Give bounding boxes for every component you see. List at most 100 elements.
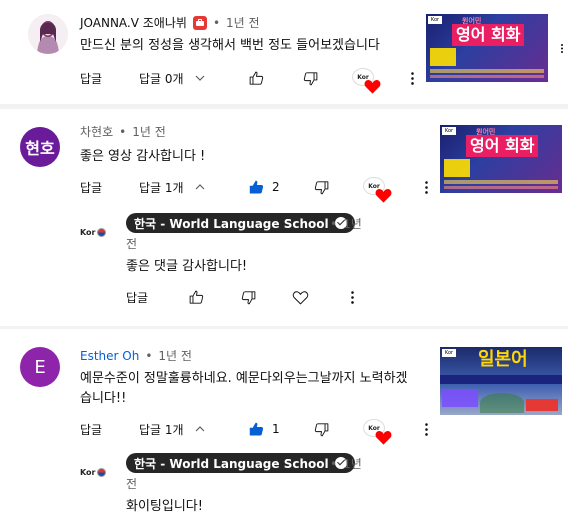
comment-author-name[interactable]: 차현호 xyxy=(80,123,113,140)
replies-count-label: 답글 1개 xyxy=(139,422,184,437)
reply-timestamp-wrap: 전 xyxy=(126,237,138,251)
korean-flag-icon xyxy=(96,467,106,477)
membership-badge-icon xyxy=(192,15,207,30)
heart-icon xyxy=(375,189,392,203)
like-button[interactable] xyxy=(246,419,266,439)
comment-menu-button[interactable] xyxy=(416,419,436,439)
thumbnail-logo: Kor xyxy=(442,127,456,135)
avatar-portrait-icon xyxy=(28,14,68,54)
like-count: 1 xyxy=(272,422,280,436)
thumbs-up-icon xyxy=(249,422,263,436)
replies-toggle[interactable]: 답글 1개 xyxy=(139,419,206,439)
avatar[interactable] xyxy=(28,14,68,54)
reply-timestamp-wrap: 전 xyxy=(126,477,138,491)
channel-logo-text: Kor xyxy=(80,227,96,237)
heart-button[interactable] xyxy=(290,287,310,307)
channel-owner-badge[interactable]: 한국 - World Language School xyxy=(126,453,355,473)
thumbnail-title: 영어 회화 xyxy=(452,24,525,46)
reply-timestamp-line: • 1년 xyxy=(330,215,362,232)
chevron-up-icon xyxy=(195,184,205,190)
more-vertical-icon xyxy=(561,43,563,53)
more-vertical-icon xyxy=(424,180,428,194)
like-count: 2 xyxy=(272,180,280,194)
creator-heart: Kor xyxy=(363,417,392,445)
reply-avatar[interactable]: Kor xyxy=(80,463,110,481)
reply-author-name: 한국 - World Language School xyxy=(134,456,329,471)
comment-thread-2: 현호 차현호 • 1년 전 좋은 영상 감사합니다 ! 답글 답글 1개 2 K… xyxy=(0,108,568,326)
comment-actions: 답글 xyxy=(80,68,102,88)
reply-timestamp-line: • 1년 xyxy=(330,455,362,472)
avatar[interactable]: E xyxy=(20,347,60,387)
thumbs-down-icon xyxy=(241,290,255,304)
thumbs-down-icon xyxy=(314,422,328,436)
replies-toggle[interactable]: 답글 0개 xyxy=(139,68,206,88)
reply-button[interactable]: 답글 xyxy=(80,70,102,87)
comment-thread-3: E Esther Oh • 1년 전 예문수준이 정말훌륭하네요. 예문다외우는… xyxy=(0,328,568,525)
korean-flag-icon xyxy=(96,227,106,237)
thumbs-down-icon xyxy=(314,180,328,194)
comment-timestamp[interactable]: 1년 전 xyxy=(226,14,260,31)
heart-outline-icon xyxy=(292,290,308,305)
chevron-down-icon xyxy=(195,75,205,81)
like-button[interactable] xyxy=(186,287,206,307)
reply-text: 좋은 댓글 감사합니다! xyxy=(126,259,248,274)
dislike-button[interactable] xyxy=(311,419,331,439)
replies-count-label: 답글 1개 xyxy=(139,180,184,195)
thumbnail-logo: Kor xyxy=(428,16,442,24)
channel-owner-badge[interactable]: 한국 - World Language School xyxy=(126,213,355,233)
thumbnail-title: 영어 회화 xyxy=(466,135,539,157)
comment-author-name[interactable]: Esther Oh xyxy=(80,349,139,363)
comment-timestamp[interactable]: 1년 전 xyxy=(158,347,192,364)
dislike-button[interactable] xyxy=(311,177,331,197)
replies-toggle[interactable]: 답글 1개 xyxy=(139,177,206,197)
video-thumbnail[interactable]: Kor 원어민 영어 회화 xyxy=(440,125,562,193)
thumbs-down-icon xyxy=(303,71,317,85)
reply-menu-button[interactable] xyxy=(342,287,362,307)
reply-avatar[interactable]: Kor xyxy=(80,223,110,241)
like-button[interactable] xyxy=(246,68,266,88)
comment-text-line-2: 습니다!! xyxy=(80,391,127,406)
reply-actions: 답글 xyxy=(126,287,148,307)
thumbnail-title: 일본어 xyxy=(478,349,528,370)
comment-text: 만드신 분의 정성을 생각해서 백번 정도 들어보겠습니다 xyxy=(80,38,380,53)
avatar[interactable]: 현호 xyxy=(20,127,60,167)
reply-timestamp[interactable]: 1년 xyxy=(343,455,362,472)
comment-actions: 답글 xyxy=(80,177,102,197)
video-thumbnail[interactable]: Kor 원어민 영어 회화 xyxy=(426,14,548,82)
reply-button[interactable]: 답글 xyxy=(80,421,102,438)
channel-logo-text: Kor xyxy=(80,467,96,477)
replies-count-label: 답글 0개 xyxy=(139,71,184,86)
comment-timestamp[interactable]: 1년 전 xyxy=(132,123,166,140)
comment-menu-button[interactable] xyxy=(416,177,436,197)
more-vertical-icon xyxy=(350,290,354,304)
comment-author-line: 차현호 • 1년 전 xyxy=(80,123,166,140)
chevron-up-icon xyxy=(195,426,205,432)
reply-button[interactable]: 답글 xyxy=(80,179,102,196)
reply-timestamp[interactable]: 1년 xyxy=(343,215,362,232)
thumbs-up-icon xyxy=(249,71,263,85)
comment-actions: 답글 xyxy=(80,419,102,439)
comment-author-line: Esther Oh • 1년 전 xyxy=(80,347,192,364)
dislike-button[interactable] xyxy=(238,287,258,307)
creator-heart: Kor xyxy=(363,175,392,203)
more-vertical-icon xyxy=(424,422,428,436)
reply-text: 화이팅입니다! xyxy=(126,499,203,514)
thumbnail-logo: Kor xyxy=(442,349,456,357)
thumbnail-menu-button[interactable] xyxy=(556,38,568,58)
comment-text-line-1: 예문수준이 정말훌륭하네요. 예문다외우는그날까지 노력하겠 xyxy=(80,371,408,386)
more-vertical-icon xyxy=(410,71,414,85)
video-thumbnail[interactable]: Kor 일본어 xyxy=(440,347,562,415)
thumbs-up-icon xyxy=(249,180,263,194)
like-button[interactable] xyxy=(246,177,266,197)
reply-author-name: 한국 - World Language School xyxy=(134,216,329,231)
comment-author-name[interactable]: JOANNA.V 조애나뷔 xyxy=(80,14,187,31)
comment-author-line: JOANNA.V 조애나뷔 • 1년 전 xyxy=(80,14,260,31)
reply-button[interactable]: 답글 xyxy=(126,289,148,306)
heart-icon xyxy=(375,431,392,445)
comment-menu-button[interactable] xyxy=(402,68,422,88)
creator-heart: Kor xyxy=(352,66,381,94)
comment-text: 좋은 영상 감사합니다 ! xyxy=(80,149,206,164)
thumbs-up-icon xyxy=(189,290,203,304)
heart-icon xyxy=(364,80,381,94)
dislike-button[interactable] xyxy=(300,68,320,88)
